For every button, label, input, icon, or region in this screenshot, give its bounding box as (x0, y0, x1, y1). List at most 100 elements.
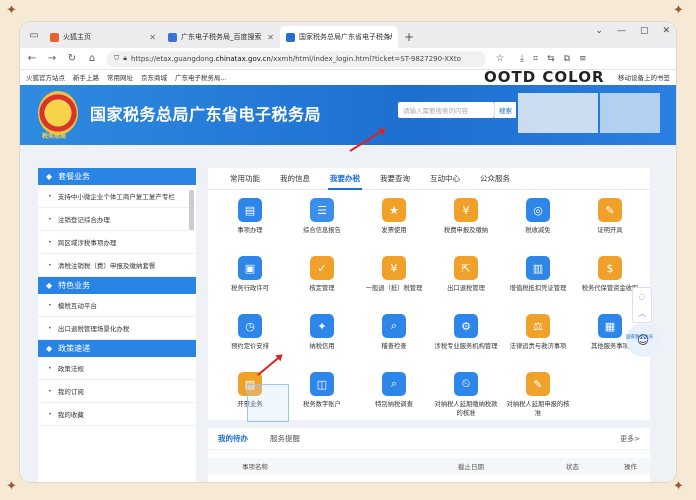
service-item[interactable]: ☰ 综合信息报告 (290, 198, 354, 235)
chevron-up-icon[interactable]: ︿ (638, 308, 646, 319)
translate-icon[interactable]: ⇆ (547, 54, 555, 64)
service-item-label: 纳税信用 (309, 343, 335, 350)
sidebar-item[interactable]: 出口退税管理场景化办税 (38, 317, 196, 340)
bookmark-item[interactable]: 京东商城 (141, 72, 167, 82)
tab-interaction[interactable]: 互动中心 (420, 168, 470, 190)
chat-icon[interactable]: ◌ (639, 292, 646, 301)
sidebar-item[interactable]: 模税互动平台 (38, 294, 196, 317)
new-tab-icon[interactable]: + (404, 30, 414, 44)
site-search-input[interactable]: 请输入需要搜索的内容 (398, 102, 494, 118)
service-item[interactable]: ¥ 税费申报及缴纳 (434, 198, 498, 235)
tab-tax-handling[interactable]: 我要办税 (320, 168, 370, 190)
service-item-label: 一般退（抵）税管理 (365, 285, 423, 292)
url-bar[interactable]: ⛉ 🔒︎ https://etax.guangdong. chinatax.gov… (106, 50, 486, 67)
lock-icon: 🔒︎ (123, 54, 127, 62)
service-item[interactable]: ⚙ 涉税专业服务机构管理 (434, 314, 498, 351)
service-item[interactable]: ▤ 事项办理 (218, 198, 282, 235)
bookmark-item[interactable]: 新手上路 (73, 72, 99, 82)
tab-list-icon[interactable]: ▭ (24, 25, 44, 45)
declare-icon: ¥ (454, 198, 478, 222)
forward-icon[interactable]: → (46, 53, 58, 64)
star-icon: ✦ (673, 3, 684, 18)
assistant-avatar-icon[interactable]: ☺ (626, 323, 660, 357)
service-item[interactable]: ⏲ 对纳税人延期缴纳税款的核准 (434, 372, 498, 418)
crop-icon[interactable]: ⌗ (533, 54, 538, 64)
bookmark-item[interactable]: 常用网址 (107, 72, 133, 82)
reload-icon[interactable]: ↻ (66, 53, 78, 64)
service-item[interactable]: ✦ 纳税信用 (290, 314, 354, 351)
service-item-label: 综合信息报告 (303, 227, 341, 234)
close-icon[interactable]: ✕ (385, 33, 392, 42)
blurred-region (600, 93, 660, 133)
browser-tab-home[interactable]: 火狐主页 ✕ (44, 26, 162, 48)
bookmark-star-icon[interactable]: ☆ (494, 53, 506, 64)
service-item[interactable]: ▥ 增值税抵扣凭证管理 (506, 256, 570, 293)
more-link[interactable]: 更多> (620, 434, 640, 444)
site-title: 国家税务总局广东省电子税务局 (90, 105, 322, 124)
service-item[interactable]: ⌕ 特别纳税调查 (362, 372, 426, 409)
bookmark-item[interactable]: 广东电子税务局... (175, 72, 227, 82)
sidebar-item[interactable]: 跨区域涉税事项办理 (38, 231, 196, 254)
mobile-bookmarks[interactable]: 移动设备上的书签 (618, 72, 670, 82)
sidebar-item[interactable]: 我的收藏 (38, 403, 196, 426)
layers-icon: ◆ (46, 344, 53, 353)
service-item[interactable]: ¥ 一般退（抵）税管理 (362, 256, 426, 293)
service-item[interactable]: ◷ 预约定价安排 (218, 314, 282, 351)
sidebar-item[interactable]: 支持中小微企业个体工商户复工复产专栏 (38, 185, 196, 208)
sidebar-section-header[interactable]: ◆ 政策速递 (38, 340, 196, 357)
invoice-icon: ★ (382, 198, 406, 222)
service-item[interactable]: ▣ 税务行政许可 (218, 256, 282, 293)
minimize-icon[interactable]: — (617, 26, 626, 36)
close-icon[interactable]: ✕ (267, 33, 274, 42)
menu-icon[interactable]: ≡ (579, 54, 587, 64)
service-item[interactable]: ✎ 证明开具 (578, 198, 642, 235)
service-item[interactable]: ✓ 核定管理 (290, 256, 354, 293)
section-title: 政策速递 (58, 344, 91, 353)
download-icon[interactable]: ⤓ (520, 54, 524, 64)
extensions-icon[interactable]: ⧉ (564, 54, 570, 64)
bookmark-item[interactable]: 火狐官方站点 (26, 72, 65, 82)
tab-common[interactable]: 常用功能 (220, 168, 270, 190)
float-toolbar: ◌ ︿ (632, 287, 652, 323)
cert-icon: ✎ (598, 198, 622, 222)
sidebar-item[interactable]: 清税注销税（费）申报及缴纳套餐 (38, 254, 196, 277)
home-icon[interactable]: ⌂ (86, 53, 98, 64)
maximize-icon[interactable]: ▢ (640, 26, 649, 36)
tab-my-info[interactable]: 我的信息 (270, 168, 320, 190)
chevron-down-icon[interactable]: ⌄ (595, 26, 603, 36)
sidebar-item[interactable]: 注销登记综合办理 (38, 208, 196, 231)
tab-bar: ▭ 火狐主页 ✕ 广东电子税务局_百度搜索 ✕ 国家税务总局广东省电子税务局 ✕… (20, 22, 676, 48)
service-item[interactable]: ★ 发票使用 (362, 198, 426, 235)
browser-tab-etax[interactable]: 国家税务总局广东省电子税务局 ✕ (280, 26, 398, 48)
sidebar-section-header[interactable]: ◆ 套餐业务 (38, 168, 196, 185)
service-item[interactable]: ⇱ 出口退税管理 (434, 256, 498, 293)
close-icon[interactable]: ✕ (149, 33, 156, 42)
layers-icon: ◆ (46, 172, 53, 181)
service-item[interactable]: ◫ 税务数字账户 (290, 372, 354, 409)
tab-my-todo[interactable]: 我的待办 (218, 433, 248, 444)
sidebar: ◆ 套餐业务 支持中小微企业个体工商户复工复产专栏 注销登记综合办理 跨区域涉税事… (38, 168, 196, 482)
tab-query[interactable]: 我要查询 (370, 168, 420, 190)
sidebar-item[interactable]: 我的订阅 (38, 380, 196, 403)
section-title: 套餐业务 (58, 172, 91, 181)
tab-service-reminder[interactable]: 服务提醒 (270, 433, 300, 444)
export-icon: ⇱ (454, 256, 478, 280)
close-window-icon[interactable]: ✕ (662, 26, 670, 36)
service-item[interactable]: ⌕ 稽查检查 (362, 314, 426, 351)
tab-label: 火狐主页 (63, 33, 91, 41)
site-search-button[interactable]: 搜索 (494, 102, 516, 118)
price-icon: ◷ (238, 314, 262, 338)
service-item[interactable]: ⚖ 法律追责与救济事项 (506, 314, 570, 351)
section-title: 特色业务 (58, 281, 91, 290)
service-item[interactable]: ✎ 对纳税人延期申报的核准 (506, 372, 570, 418)
sidebar-section-header[interactable]: ◆ 特色业务 (38, 277, 196, 294)
sidebar-scrollbar[interactable] (189, 190, 194, 230)
baidu-icon (168, 32, 177, 42)
sidebar-item[interactable]: 政策法规 (38, 357, 196, 380)
back-icon[interactable]: ← (26, 53, 38, 64)
service-item[interactable]: ◎ 税收减免 (506, 198, 570, 235)
credit-icon: ✦ (310, 314, 334, 338)
browser-tab-baidu[interactable]: 广东电子税务局_百度搜索 ✕ (162, 26, 280, 48)
service-item-label: 增值税抵扣凭证管理 (509, 285, 567, 292)
tab-public-service[interactable]: 公众服务 (470, 168, 520, 190)
